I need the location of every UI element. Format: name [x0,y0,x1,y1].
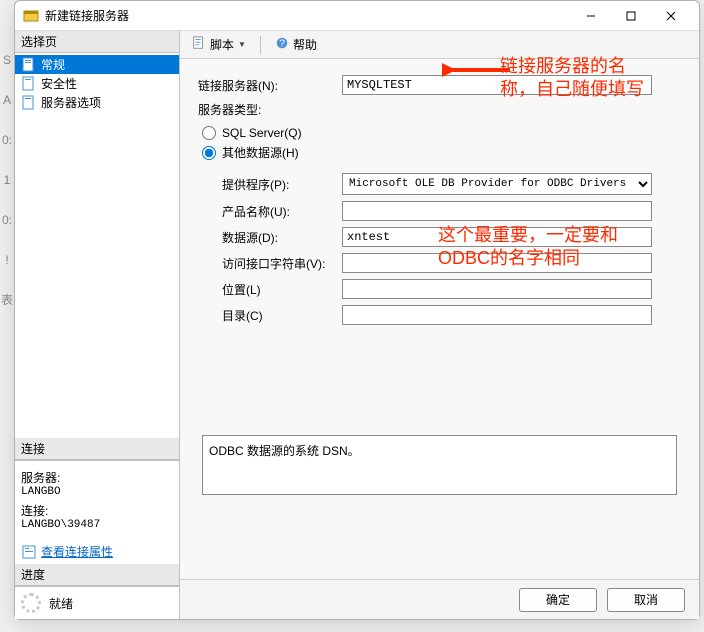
connstr-label: 访问接口字符串(V): [192,255,342,272]
datasource-label: 数据源(D): [192,229,342,246]
toolbar: 脚本 ▼ ? 帮助 [180,31,699,59]
nav-item-general[interactable]: 常规 [15,55,179,74]
description-box: ODBC 数据源的系统 DSN。 [202,435,677,495]
dialog-footer: 确定 取消 [180,579,699,619]
minimize-button[interactable] [571,2,611,30]
background-edge: SA0:10:!表 [0,40,14,320]
linked-server-label: 链接服务器(N): [192,77,342,94]
view-connection-props[interactable]: 查看连接属性 [15,539,179,564]
right-panel: 脚本 ▼ ? 帮助 链接服务器(N): 服务器类型: [180,31,699,619]
cancel-button[interactable]: 取消 [607,588,685,612]
progress-block: 就绪 [15,586,179,619]
titlebar: 新建链接服务器 [15,1,699,31]
progress-header: 进度 [15,564,179,586]
help-button[interactable]: ? 帮助 [269,34,323,55]
server-label: 服务器: [21,469,173,486]
nav-item-label: 安全性 [41,75,77,92]
spinner-icon [21,593,41,613]
location-label: 位置(L) [192,281,342,298]
page-icon [21,57,37,73]
catalog-input[interactable] [342,305,652,325]
maximize-button[interactable] [611,2,651,30]
radio-sqlserver[interactable] [202,126,216,140]
nav-item-security[interactable]: 安全性 [15,74,179,93]
nav-header: 选择页 [15,31,179,53]
connstr-input[interactable] [342,253,652,273]
provider-select[interactable]: Microsoft OLE DB Provider for ODBC Drive… [342,173,652,195]
location-input[interactable] [342,279,652,299]
product-input[interactable] [342,201,652,221]
help-icon: ? [275,36,289,53]
nav-item-label: 常规 [41,56,65,73]
server-type-label: 服务器类型: [192,101,342,118]
script-button[interactable]: 脚本 ▼ [186,34,252,55]
product-label: 产品名称(U): [192,203,342,220]
nav-item-label: 服务器选项 [41,94,101,111]
conn-label: 连接: [21,502,173,519]
conn-value: LANGBO\39487 [21,519,173,531]
connection-info: 服务器: LANGBO 连接: LANGBO\39487 [15,460,179,539]
close-button[interactable] [651,2,691,30]
provider-label: 提供程序(P): [192,176,342,193]
catalog-label: 目录(C) [192,307,342,324]
window-title: 新建链接服务器 [45,7,571,24]
script-label: 脚本 [210,36,234,53]
ok-button[interactable]: 确定 [519,588,597,612]
progress-status: 就绪 [49,595,73,612]
dialog-window: 新建链接服务器 选择页 常规 安全性 服务器选项 [14,0,700,620]
help-label: 帮助 [293,36,317,53]
toolbar-separator [260,36,261,54]
nav-list: 常规 安全性 服务器选项 [15,53,179,114]
chevron-down-icon: ▼ [238,40,246,49]
connection-header: 连接 [15,438,179,460]
page-icon [21,76,37,92]
page-icon [21,95,37,111]
linked-server-input[interactable] [342,75,652,95]
view-connection-link[interactable]: 查看连接属性 [41,543,113,560]
svg-text:?: ? [279,38,285,50]
script-icon [192,36,206,53]
server-value: LANGBO [21,486,173,498]
app-icon [23,8,39,24]
nav-item-serveroptions[interactable]: 服务器选项 [15,93,179,112]
radio-sqlserver-label: SQL Server(Q) [222,126,302,140]
radio-other-label: 其他数据源(H) [222,144,299,161]
radio-other[interactable] [202,146,216,160]
form-area: 链接服务器(N): 服务器类型: SQL Server(Q) 其他数据源(H) … [180,59,699,579]
datasource-input[interactable] [342,227,652,247]
left-panel: 选择页 常规 安全性 服务器选项 连接 服务器: LANGBO [15,31,180,619]
properties-icon [21,544,37,560]
